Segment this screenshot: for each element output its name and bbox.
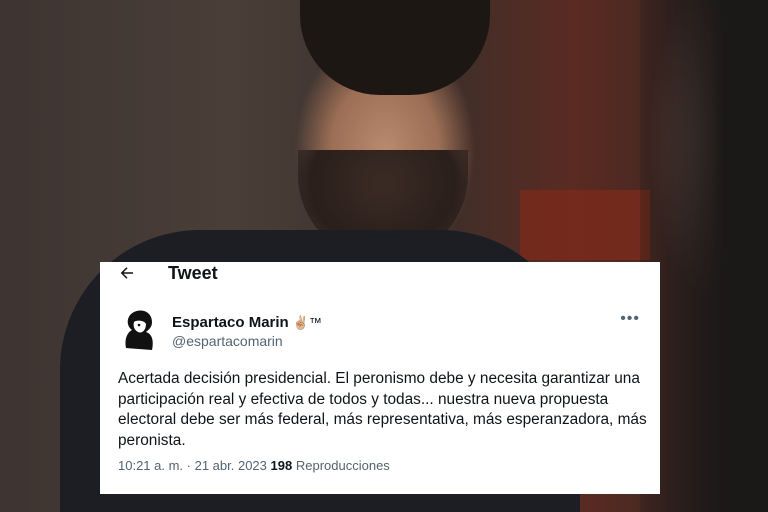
photo-hair: [300, 0, 490, 95]
author-name-text[interactable]: Espartaco Marin: [172, 314, 289, 331]
views-count: 198: [270, 458, 293, 473]
tweet-meta: 10:21 a. m. · 21 abr. 2023 198 Reproducc…: [118, 458, 390, 473]
arrow-left-icon[interactable]: [118, 264, 136, 286]
avatar[interactable]: [118, 308, 158, 352]
photo-red-background: [520, 190, 650, 260]
tweet-text: Acertada decisión presidencial. El peron…: [118, 370, 647, 449]
author-handle[interactable]: @espartacomarin: [172, 333, 283, 349]
tweet-header: Tweet: [100, 262, 660, 286]
author-name[interactable]: Espartaco Marin ✌🏼™: [172, 314, 322, 331]
tweet-card: Tweet Espartaco Marin ✌🏼™ @espartacomarin…: [100, 262, 660, 494]
page-title: Tweet: [168, 263, 218, 283]
views-label: Reproducciones: [295, 458, 390, 473]
more-horizontal-icon[interactable]: •••: [620, 310, 640, 328]
tweet-date[interactable]: 21 abr. 2023: [195, 458, 267, 473]
meta-separator: ·: [183, 458, 195, 473]
author-badges: ✌🏼™: [292, 315, 322, 330]
tweet-time[interactable]: 10:21 a. m.: [118, 458, 183, 473]
